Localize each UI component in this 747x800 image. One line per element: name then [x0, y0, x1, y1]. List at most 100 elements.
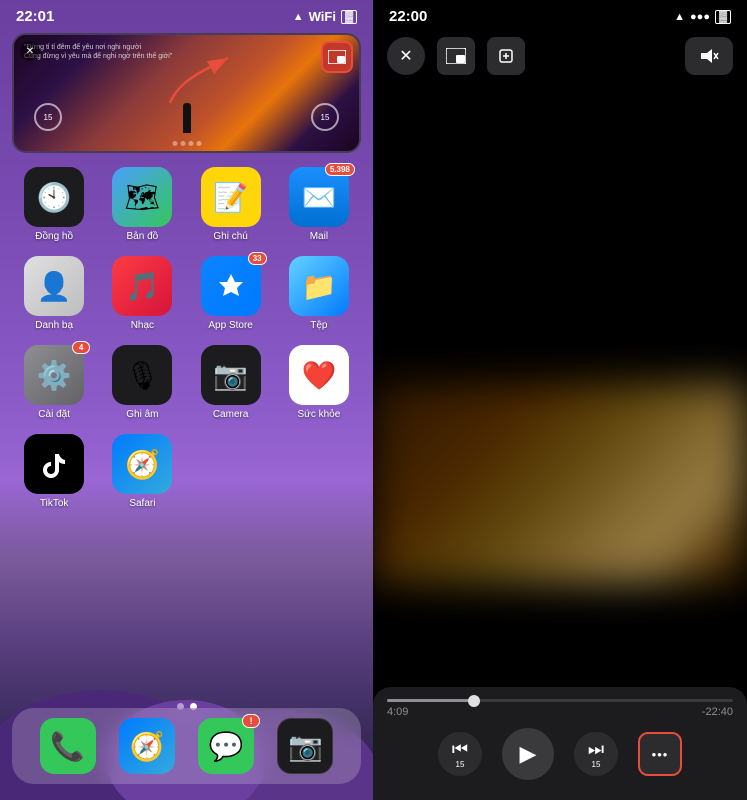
notes-icon: 📝	[201, 167, 261, 227]
dot	[180, 141, 185, 146]
dock-phone[interactable]: 📞	[40, 718, 96, 774]
mail-label: Mail	[310, 231, 328, 242]
dot	[196, 141, 201, 146]
music-label: Nhạc	[131, 320, 154, 331]
safari-icon: 🧭	[112, 434, 172, 494]
progress-bar-track	[387, 699, 733, 702]
app-clock[interactable]: 🕙 Đồng hồ	[14, 167, 94, 242]
app-files[interactable]: 📁 Tệp	[279, 256, 359, 331]
play-icon: ▶	[520, 741, 537, 767]
skip-back-widget[interactable]: 15	[34, 103, 62, 131]
tiktok-icon	[24, 434, 84, 494]
contacts-icon: 👤	[24, 256, 84, 316]
player-controls: 4:09 -22:40 ⏮ 15 ▶ ⏭ 15 •••	[373, 687, 747, 800]
app-camera[interactable]: 📷 Camera	[191, 345, 271, 420]
maps-icon: 🗺	[112, 167, 172, 227]
camera-label: Camera	[213, 409, 249, 420]
app-safari[interactable]: 🧭 Safari	[102, 434, 182, 509]
app-music[interactable]: 🎵 Nhạc	[102, 256, 182, 331]
top-controls-bar: ✕	[373, 29, 747, 83]
right-wifi-icon: ●●●	[690, 11, 710, 23]
appstore-icon	[201, 256, 261, 316]
dot	[172, 141, 177, 146]
rotate-button[interactable]	[487, 37, 525, 75]
app-maps[interactable]: 🗺 Bản đồ	[102, 167, 182, 242]
dock-camera[interactable]: 📷	[277, 718, 333, 774]
video-area	[373, 83, 747, 583]
left-status-icons: ▲ WiFi ▓	[293, 9, 357, 24]
location-icon: ▲	[293, 11, 304, 23]
right-status-icons: ▲ ●●● ▓	[674, 10, 731, 24]
dock-safari[interactable]: 🧭	[119, 718, 175, 774]
more-options-button[interactable]: •••	[638, 732, 682, 776]
notes-label: Ghi chú	[213, 231, 247, 242]
app-health[interactable]: ❤️ Sức khỏe	[279, 345, 359, 420]
dock-messages[interactable]: 💬 !	[198, 718, 254, 774]
left-status-bar: 22:01 ▲ WiFi ▓	[0, 0, 373, 29]
settings-badge: 4	[72, 341, 90, 354]
app-tiktok[interactable]: TikTok	[14, 434, 94, 509]
maps-label: Bản đồ	[127, 231, 159, 242]
left-phone-screen: 22:01 ▲ WiFi ▓ "Đừng tỉ tỉ đêm để yêu nơ…	[0, 0, 373, 800]
app-settings[interactable]: ⚙️ 4 Cài đặt	[14, 345, 94, 420]
contacts-label: Danh bạ	[35, 320, 73, 331]
pip-button[interactable]	[437, 37, 475, 75]
time-elapsed: 4:09	[387, 706, 408, 718]
right-status-bar: 22:00 ▲ ●●● ▓	[373, 0, 747, 29]
video-blur-overlay	[373, 383, 747, 583]
app-appstore[interactable]: 33 App Store	[191, 256, 271, 331]
settings-icon: ⚙️	[24, 345, 84, 405]
left-time: 22:01	[16, 8, 54, 25]
skip-fwd-widget[interactable]: 15	[311, 103, 339, 131]
time-remaining: -22:40	[702, 706, 733, 718]
clock-label: Đồng hồ	[35, 231, 73, 242]
right-location-icon: ▲	[674, 11, 685, 23]
mail-icon: ✉️	[289, 167, 349, 227]
progress-bar-fill	[387, 699, 474, 702]
tiktok-label: TikTok	[40, 498, 69, 509]
appstore-label: App Store	[208, 320, 252, 331]
dot	[188, 141, 193, 146]
safari-label: Safari	[129, 498, 155, 509]
files-label: Tệp	[310, 320, 327, 331]
app-grid: 🕙 Đồng hồ 🗺 Bản đồ 📝 Ghi chú ✉️ 5.398 Ma…	[0, 161, 373, 515]
pip-widget-button[interactable]	[321, 41, 353, 73]
volume-button[interactable]	[685, 37, 733, 75]
app-contacts[interactable]: 👤 Danh bạ	[14, 256, 94, 331]
skip-forward-button[interactable]: ⏭ 15	[574, 732, 618, 776]
progress-bar-container[interactable]: 4:09 -22:40	[387, 699, 733, 718]
appstore-badge: 33	[248, 252, 267, 265]
right-phone-screen: 22:00 ▲ ●●● ▓ ✕	[373, 0, 747, 800]
right-time: 22:00	[389, 8, 427, 25]
play-button[interactable]: ▶	[502, 728, 554, 780]
health-label: Sức khỏe	[297, 409, 340, 420]
more-icon: •••	[652, 747, 669, 762]
app-recorder[interactable]: 🎙 Ghi âm	[102, 345, 182, 420]
recorder-label: Ghi âm	[126, 409, 158, 420]
progress-thumb	[468, 695, 480, 707]
video-widget[interactable]: "Đừng tỉ tỉ đêm để yêu nơi nghi ngườiCũn…	[12, 33, 361, 153]
battery-icon: ▓	[341, 10, 357, 24]
widget-progress-dots	[172, 141, 201, 146]
app-mail[interactable]: ✉️ 5.398 Mail	[279, 167, 359, 242]
settings-label: Cài đặt	[38, 409, 70, 420]
wifi-icon: WiFi	[309, 9, 336, 24]
recorder-icon: 🎙	[112, 345, 172, 405]
music-icon: 🎵	[112, 256, 172, 316]
playback-controls: ⏮ 15 ▶ ⏭ 15 •••	[387, 728, 733, 780]
close-button[interactable]: ✕	[387, 37, 425, 75]
messages-badge: !	[242, 714, 260, 728]
camera-icon: 📷	[201, 345, 261, 405]
health-icon: ❤️	[289, 345, 349, 405]
dock: 📞 🧭 💬 ! 📷	[12, 708, 361, 784]
clock-icon: 🕙	[24, 167, 84, 227]
files-icon: 📁	[289, 256, 349, 316]
skip-back-button[interactable]: ⏮ 15	[438, 732, 482, 776]
app-notes[interactable]: 📝 Ghi chú	[191, 167, 271, 242]
mail-badge: 5.398	[325, 163, 355, 176]
figure-silhouette	[183, 103, 191, 133]
time-labels: 4:09 -22:40	[387, 706, 733, 718]
right-battery-icon: ▓	[715, 10, 731, 24]
video-text: "Đừng tỉ tỉ đêm để yêu nơi nghi ngườiCũn…	[24, 43, 319, 61]
close-widget-button[interactable]: ✕	[20, 41, 40, 61]
